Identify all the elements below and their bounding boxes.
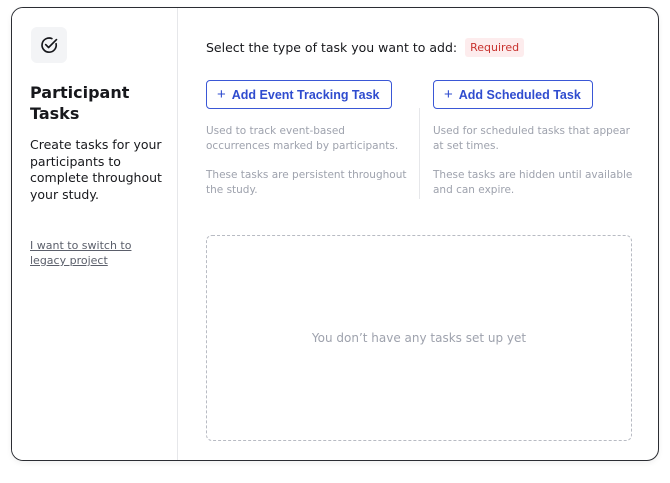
required-badge: Required xyxy=(465,38,525,57)
participant-tasks-card: Participant Tasks Create tasks for your … xyxy=(11,7,659,461)
event-task-help-2: These tasks are persistent throughout th… xyxy=(206,169,407,196)
sidebar-title: Participant Tasks xyxy=(30,83,130,123)
event-task-help-1: Used to track event-based occurrences ma… xyxy=(206,125,399,152)
switch-to-legacy-link[interactable]: I want to switch to legacy project xyxy=(30,238,170,268)
sidebar-description: Create tasks for your participants to co… xyxy=(30,137,162,202)
scheduled-task-help-1: Used for scheduled tasks that appear at … xyxy=(433,125,630,152)
plus-icon: + xyxy=(217,86,226,103)
plus-icon: + xyxy=(444,86,453,103)
event-tracking-column: + Add Event Tracking Task Used to track … xyxy=(206,80,406,198)
add-scheduled-task-label: Add Scheduled Task xyxy=(458,87,581,102)
task-type-prompt-row: Select the type of task you want to add:… xyxy=(206,38,525,57)
add-event-tracking-task-label: Add Event Tracking Task xyxy=(231,87,380,102)
scheduled-task-help-2: These tasks are hidden until available a… xyxy=(433,169,633,196)
task-type-prompt: Select the type of task you want to add: xyxy=(206,40,458,55)
scheduled-task-column: + Add Scheduled Task Used for scheduled … xyxy=(433,80,633,198)
sidebar-icon-tile xyxy=(31,27,67,63)
add-scheduled-task-button[interactable]: + Add Scheduled Task xyxy=(433,80,593,109)
main-panel: Select the type of task you want to add:… xyxy=(178,8,658,460)
add-event-tracking-task-button[interactable]: + Add Event Tracking Task xyxy=(206,80,392,109)
sidebar: Participant Tasks Create tasks for your … xyxy=(12,8,178,460)
empty-state-message: You don’t have any tasks set up yet xyxy=(311,331,527,345)
tasks-empty-state: You don’t have any tasks set up yet xyxy=(206,235,632,441)
check-circle-icon xyxy=(41,37,58,53)
column-divider xyxy=(419,108,420,199)
